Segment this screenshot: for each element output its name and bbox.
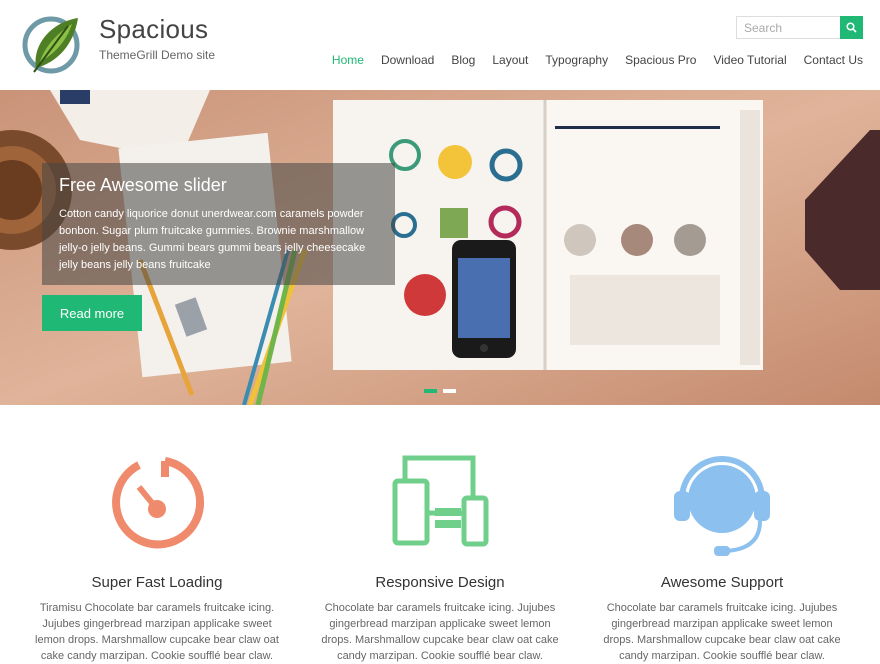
slider-caption: Free Awesome slider Cotton candy liquori… <box>42 163 395 285</box>
devices-icon <box>392 455 489 547</box>
nav-item-layout[interactable]: Layout <box>475 52 528 68</box>
feature-text: Chocolate bar caramels fruitcake icing. … <box>603 602 841 662</box>
feature-text: Tiramisu Chocolate bar caramels fruitcak… <box>35 602 279 662</box>
hero-slider[interactable]: Free Awesome slider Cotton candy liquori… <box>0 90 880 405</box>
slider-dot-1[interactable] <box>424 389 437 393</box>
slider-pager <box>424 389 456 393</box>
slider-text: Cotton candy liquorice donut unerdwear.c… <box>59 208 366 271</box>
nav-item-download[interactable]: Download <box>364 52 434 68</box>
speedometer-icon <box>112 457 205 549</box>
search-icon <box>846 22 857 33</box>
nav-item-blog[interactable]: Blog <box>434 52 475 68</box>
leaf-logo-icon <box>22 16 80 74</box>
nav-item-home[interactable]: Home <box>315 52 364 68</box>
features-section: Super Fast Loading Tiramisu Chocolate ba… <box>0 405 880 662</box>
feature-text: Chocolate bar caramels fruitcake icing. … <box>321 602 559 662</box>
feature-title: Awesome Support <box>660 574 784 591</box>
nav-item-contact-us[interactable]: Contact Us <box>787 52 863 68</box>
slider-dot-2[interactable] <box>443 389 456 393</box>
nav-item-spacious-pro[interactable]: Spacious Pro <box>608 52 696 68</box>
feature-title: Responsive Design <box>375 574 505 591</box>
read-more-button[interactable]: Read more <box>42 295 142 331</box>
site-logo[interactable] <box>22 14 80 76</box>
site-header: Spacious ThemeGrill Demo site Search Hom… <box>0 0 880 90</box>
site-title[interactable]: Spacious <box>99 14 208 45</box>
nav-item-typography[interactable]: Typography <box>528 52 608 68</box>
nav-item-video-tutorial[interactable]: Video Tutorial <box>696 52 786 68</box>
search-input[interactable]: Search <box>736 16 840 39</box>
search-button[interactable] <box>840 16 863 39</box>
slider-title: Free Awesome slider <box>59 175 227 195</box>
feature-title: Super Fast Loading <box>91 574 223 591</box>
headset-icon <box>674 456 770 556</box>
main-nav: Home Download Blog Layout Typography Spa… <box>315 52 863 68</box>
site-tagline: ThemeGrill Demo site <box>99 48 216 62</box>
